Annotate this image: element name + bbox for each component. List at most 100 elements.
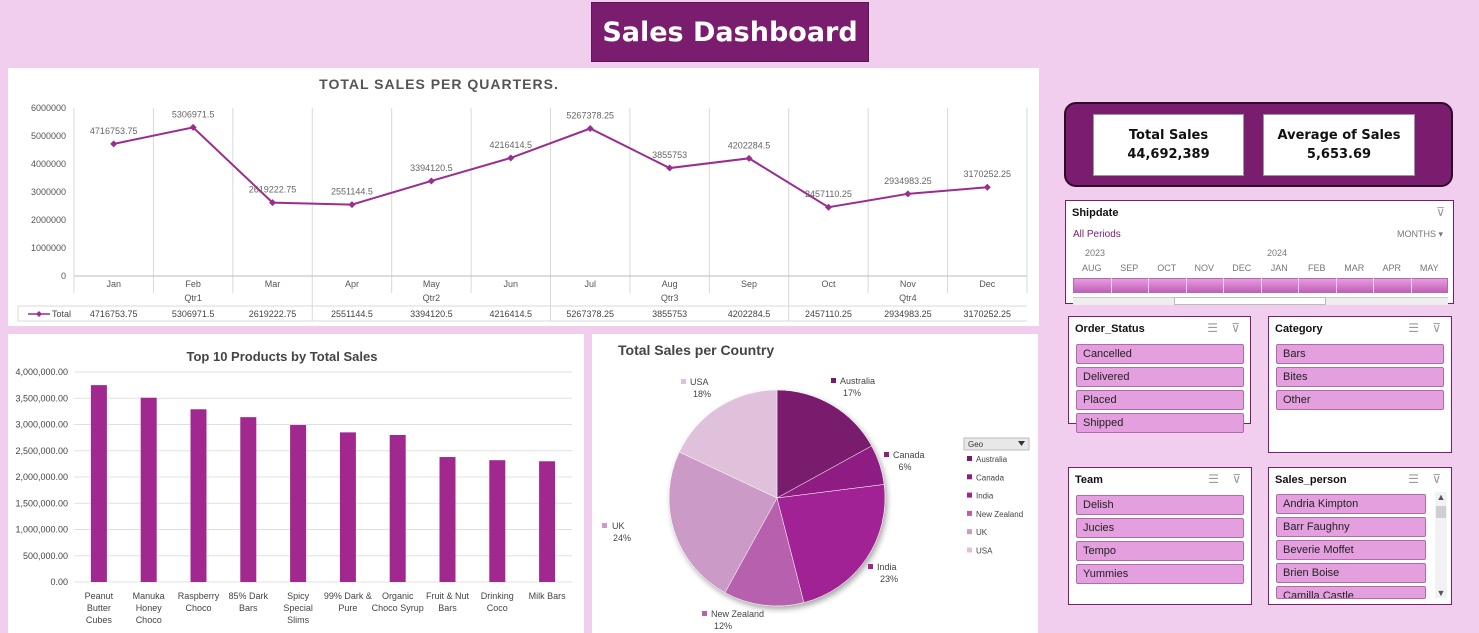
sales-per-country-chart: Total Sales per Country Australia 17% Canad… xyxy=(592,334,1038,633)
timeline-scroll-thumb[interactable] xyxy=(1174,297,1326,305)
clear-filter-icon[interactable]: ⊽ xyxy=(1432,472,1441,486)
slicer-scrollbar[interactable]: ▲ ▼ xyxy=(1435,492,1447,598)
data-label: 4716753.75 xyxy=(90,126,138,136)
slice-label: Australia xyxy=(840,376,875,386)
bar xyxy=(140,397,157,582)
quarter-label: Qtr1 xyxy=(184,293,202,303)
total-sales-label: Total Sales xyxy=(1128,128,1209,143)
table-value: 2619222.75 xyxy=(249,309,297,319)
slicer-item[interactable]: Cancelled xyxy=(1076,344,1244,364)
sales-per-quarter-chart: TOTAL SALES PER QUARTERS. 6000000 5000000 4… xyxy=(8,68,1039,326)
slicer-item[interactable]: Other xyxy=(1276,390,1444,410)
x-tick-label: Feb xyxy=(185,279,201,289)
line-chart-svg: TOTAL SALES PER QUARTERS. 6000000 5000000 4… xyxy=(17,76,1028,322)
slicer-item[interactable]: Camilla Castle xyxy=(1276,586,1426,599)
x-tick-label: Cubes xyxy=(86,615,113,625)
bar xyxy=(240,417,257,582)
average-sales-label: Average of Sales xyxy=(1277,128,1401,143)
timeline-segment[interactable] xyxy=(1373,278,1374,293)
data-label: 3855753 xyxy=(652,150,687,160)
x-tick-label: Manuka xyxy=(133,591,165,601)
shipdate-timeline[interactable]: Shipdate ⊽ All Periods MONTHS ▾ 2023 202… xyxy=(1065,200,1454,305)
x-tick-label: 99% Dark & xyxy=(324,591,372,601)
clear-filter-icon[interactable]: ⊽ xyxy=(1231,321,1240,335)
month-label: NOV xyxy=(1194,263,1214,273)
x-tick-label: Butter xyxy=(87,603,111,613)
bar xyxy=(190,409,207,582)
multi-select-icon[interactable]: ☰ xyxy=(1207,321,1218,335)
slicer-item[interactable]: Brien Boise xyxy=(1276,563,1426,583)
scroll-up-icon[interactable]: ▲ xyxy=(1435,492,1447,502)
timeline-segment[interactable] xyxy=(1335,278,1337,293)
timeline-segment[interactable] xyxy=(1298,278,1299,293)
slicer-item[interactable]: Bars xyxy=(1276,344,1444,364)
slicer-item[interactable]: Delivered xyxy=(1076,367,1244,387)
label-marker xyxy=(831,378,836,383)
x-tick-label: 85% Dark xyxy=(229,591,269,601)
slicer-item[interactable]: Barr Faughny xyxy=(1276,517,1426,537)
chevron-down-icon: ▾ xyxy=(1438,229,1443,239)
table-value: 2934983.25 xyxy=(884,309,932,319)
bar xyxy=(389,435,406,582)
legend-title: Geo xyxy=(968,440,984,449)
legend-label: New Zealand xyxy=(976,510,1023,519)
dashboard-title: Sales Dashboard xyxy=(591,2,869,62)
team-title: Team xyxy=(1075,474,1103,486)
y-tick-label: 1,500,000.00 xyxy=(15,498,68,508)
time-level-dropdown[interactable]: MONTHS ▾ xyxy=(1397,229,1443,240)
team-slicer: Team ☰ ⊽ Delish Jucies Tempo Yummies xyxy=(1068,467,1252,605)
slice-percent: 6% xyxy=(898,462,911,472)
slicer-item[interactable]: Tempo xyxy=(1076,541,1244,561)
label-marker xyxy=(681,379,686,384)
timeline-segment[interactable] xyxy=(1223,278,1224,293)
data-label: 3170252.25 xyxy=(964,169,1012,179)
timeline-segment[interactable] xyxy=(1185,278,1187,293)
table-value: 4216414.5 xyxy=(490,309,533,319)
x-tick-label: Apr xyxy=(345,279,359,289)
timeline-segment[interactable] xyxy=(1148,278,1149,293)
x-tick-label: Honey xyxy=(136,603,163,613)
slicer-item[interactable]: Yummies xyxy=(1076,564,1244,584)
x-tick-label: Sep xyxy=(741,279,757,289)
timeline-segment[interactable] xyxy=(1410,278,1412,293)
slicer-item[interactable]: Delish xyxy=(1076,495,1244,515)
slicer-item[interactable]: Placed xyxy=(1076,390,1244,410)
x-tick-label: Oct xyxy=(821,279,836,289)
legend-label: Canada xyxy=(976,473,1005,482)
month-label: OCT xyxy=(1157,263,1177,273)
label-marker xyxy=(702,611,707,616)
slicer-item[interactable]: Jucies xyxy=(1076,518,1244,538)
multi-select-icon[interactable]: ☰ xyxy=(1208,472,1219,486)
slicer-item[interactable]: Andria Kimpton xyxy=(1276,494,1426,514)
multi-select-icon[interactable]: ☰ xyxy=(1408,321,1419,335)
slicer-item[interactable]: Bites xyxy=(1276,367,1444,387)
timeline-segment[interactable] xyxy=(1110,278,1112,293)
y-tick-label: 4,000,000.00 xyxy=(15,367,68,377)
data-label: 5267378.25 xyxy=(566,111,614,121)
x-tick-label: Bars xyxy=(438,603,457,613)
x-tick-label: Choco xyxy=(185,603,211,613)
table-value: 2551144.5 xyxy=(331,309,373,319)
x-tick-label: Choco Syrup xyxy=(372,603,424,613)
clear-filter-icon[interactable]: ⊽ xyxy=(1436,205,1445,219)
scroll-thumb[interactable] xyxy=(1436,506,1446,518)
slicer-item[interactable]: Shipped xyxy=(1076,413,1244,433)
sales-person-title: Sales_person xyxy=(1275,474,1347,486)
clear-filter-icon[interactable]: ⊽ xyxy=(1432,321,1441,335)
x-tick-label: Pure xyxy=(338,603,357,613)
slice-label: New Zealand xyxy=(711,609,764,619)
slicer-item[interactable]: Beverie Moffet xyxy=(1276,540,1426,560)
legend-label: Total xyxy=(52,309,71,319)
label-marker xyxy=(884,452,889,457)
bar xyxy=(489,460,506,582)
month-label: AUG xyxy=(1081,263,1102,273)
multi-select-icon[interactable]: ☰ xyxy=(1408,472,1419,486)
scroll-down-icon[interactable]: ▼ xyxy=(1435,588,1447,598)
quarter-label: Qtr2 xyxy=(423,293,441,303)
legend-label: UK xyxy=(976,528,988,537)
data-point xyxy=(983,183,991,191)
timeline-segment[interactable] xyxy=(1260,278,1262,293)
clear-filter-icon[interactable]: ⊽ xyxy=(1232,472,1241,486)
bar xyxy=(339,432,356,582)
legend-marker xyxy=(36,311,42,317)
